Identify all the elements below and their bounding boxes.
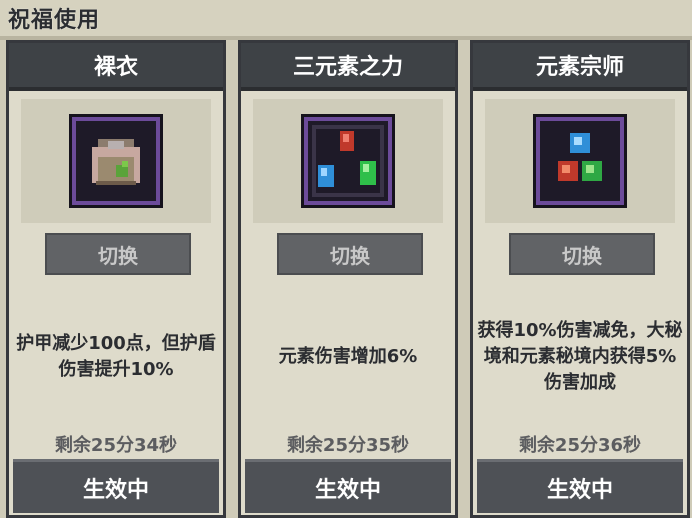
switch-button[interactable]: 切换	[45, 233, 191, 275]
card-title: 裸衣	[9, 43, 223, 91]
icon-area	[253, 99, 443, 223]
switch-button[interactable]: 切换	[277, 233, 423, 275]
active-status-button[interactable]: 生效中	[477, 459, 683, 513]
icon-area	[21, 99, 211, 223]
switch-button[interactable]: 切换	[509, 233, 655, 275]
active-status-button[interactable]: 生效中	[13, 459, 219, 513]
card-description: 护甲减少100点，但护盾伤害提升10%	[16, 333, 216, 380]
remaining-time: 剩余25分34秒	[54, 435, 178, 456]
remaining-time: 剩余25分36秒	[518, 435, 642, 456]
card-description: 获得10%伤害减免，大秘境和元素秘境内获得5%伤害加成	[477, 320, 683, 393]
blessing-card-three-elements: 三元素之力 切换 元素伤害增加6% 剩余25分35秒 生效中	[238, 40, 458, 518]
three-elements-icon	[304, 117, 392, 205]
remaining-time: 剩余25分35秒	[286, 435, 410, 456]
active-status-button[interactable]: 生效中	[245, 459, 451, 513]
card-title: 元素宗师	[473, 43, 687, 91]
element-master-icon	[536, 117, 624, 205]
card-title: 三元素之力	[241, 43, 455, 91]
icon-area	[485, 99, 675, 223]
card-description: 元素伤害增加6%	[278, 346, 418, 367]
panel-header-bar	[0, 0, 692, 40]
naked-armor-icon	[72, 117, 160, 205]
blessing-card-naked: 裸衣 切换 护甲减少100点，但护盾伤害提升10% 剩余25分34秒 生效中	[6, 40, 226, 518]
blessing-card-element-master: 元素宗师 切换 获得10%伤害减免，大秘境和元素秘境内获得5%伤害加成 剩余25…	[470, 40, 690, 518]
panel-title: 祝福使用	[8, 8, 101, 33]
